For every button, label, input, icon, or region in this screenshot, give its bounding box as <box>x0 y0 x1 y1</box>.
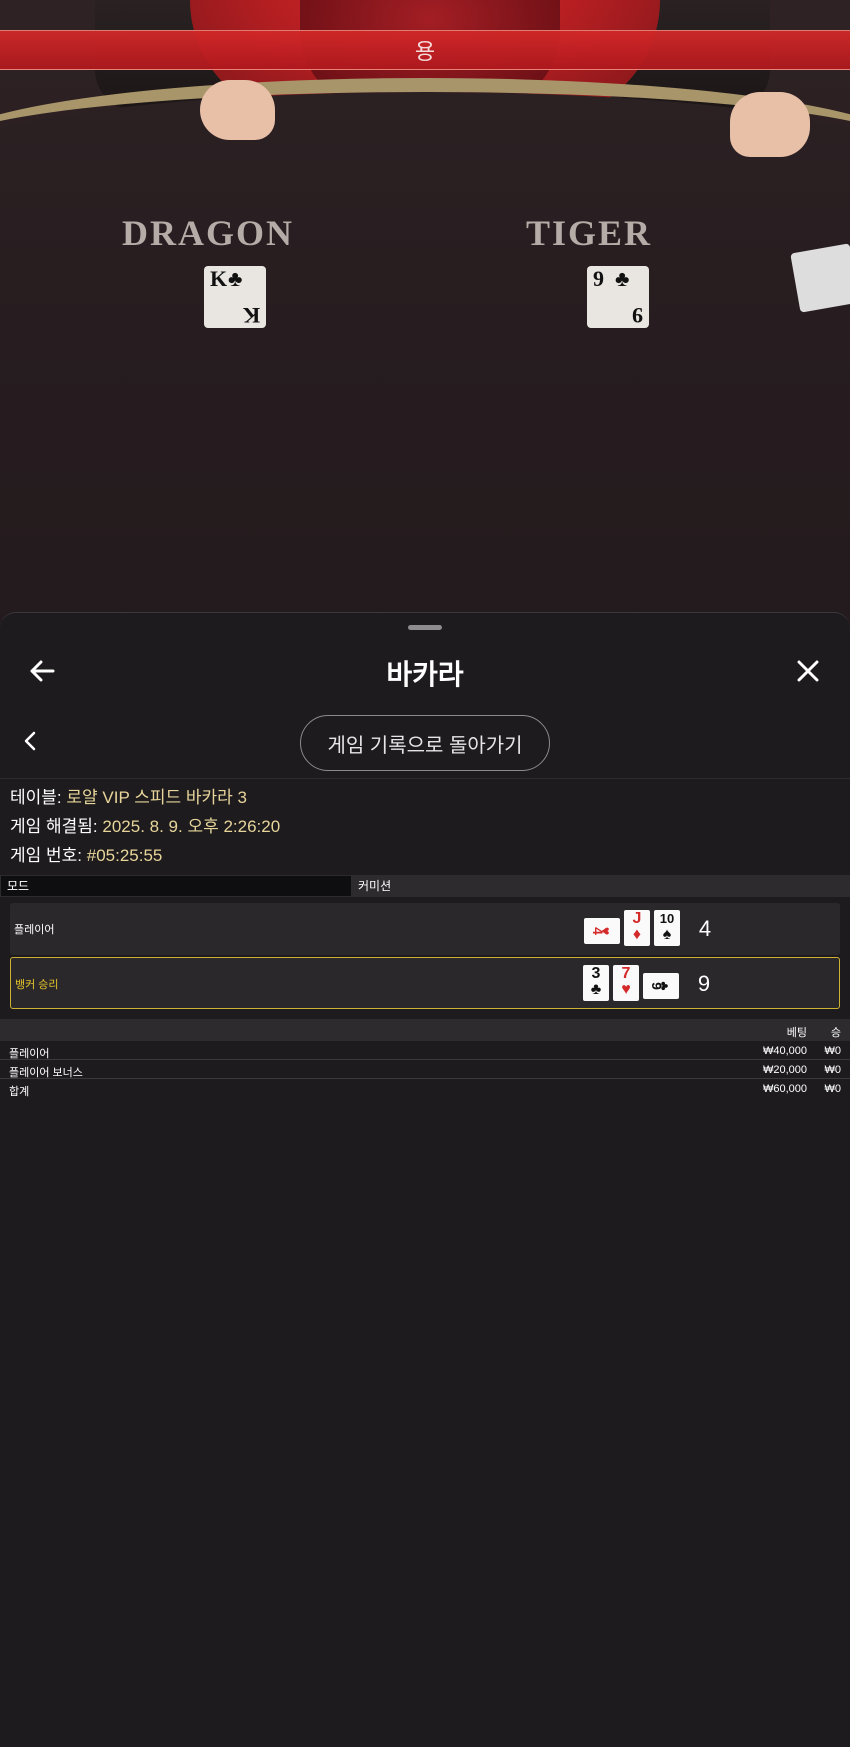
back-to-history-button[interactable]: 게임 기록으로 돌아가기 <box>300 715 550 771</box>
game-detail-sheet: 바카라 게임 기록으로 돌아가기 테이블: 로얄 VIP 스피드 바카라 3 게… <box>0 612 850 1747</box>
bets-header: 베팅 승 <box>0 1019 850 1041</box>
history-nav: 게임 기록으로 돌아가기 <box>0 705 850 779</box>
info-number-label: 게임 번호: <box>10 846 83 865</box>
sheet-grabber[interactable] <box>408 625 442 630</box>
dragon-card: K ♣ K <box>204 266 266 328</box>
sheet-title: 바카라 <box>386 659 464 690</box>
playing-card: 4♥ <box>584 917 620 944</box>
shoe-card <box>790 243 850 313</box>
bets-table: 베팅 승 플레이어 ₩40,000 ₩0 플레이어 보너스 ₩20,000 ₩0… <box>0 1019 850 1098</box>
bet-name: 플레이어 <box>9 1048 50 1060</box>
mode-label: 모드 <box>0 875 352 897</box>
playing-card: 10 ♠ <box>654 910 680 946</box>
tiger-card-suit: ♣ <box>615 266 630 291</box>
mode-bar: 모드 커미션 <box>0 875 850 897</box>
result-banner: 용 <box>0 30 850 70</box>
bets-header-win: 승 <box>830 1027 841 1039</box>
bet-amount: ₩20,000 <box>762 1064 807 1076</box>
mode-value: 커미션 <box>358 879 392 893</box>
live-video: 용 DRAGON TIGER K ♣ K 9 ♣ 9 <box>0 0 850 640</box>
dealer-hand-left <box>200 80 275 140</box>
card-rank: 7 <box>621 965 631 982</box>
card-suit: ♥ <box>621 981 631 998</box>
card-suit: ♥ <box>597 926 614 935</box>
dragon-card-rank: K <box>210 266 228 291</box>
card-rank: 3 <box>591 965 601 982</box>
table-row-total: 합계 ₩60,000 ₩0 <box>0 1079 850 1098</box>
sheet-header: 바카라 <box>0 643 850 699</box>
info-resolved-label: 게임 해결됨: <box>10 817 98 836</box>
info-table-value: 로얄 VIP 스피드 바카라 3 <box>61 788 247 807</box>
info-resolved-value: 2025. 8. 9. 오후 2:26:20 <box>97 817 281 836</box>
bet-win: ₩0 <box>824 1045 842 1057</box>
bet-amount: ₩60,000 <box>762 1083 807 1095</box>
info-number-value: #05:25:55 <box>82 846 163 865</box>
playing-card: 3 ♣ <box>583 965 609 1001</box>
tiger-card-rank: 9 <box>593 266 604 291</box>
bet-name: 플레이어 보너스 <box>9 1067 83 1079</box>
player-result-row: 플레이어 4♥ J ♦ 10 ♠ 4 <box>10 903 840 955</box>
banker-score: 9 <box>697 971 711 996</box>
player-score: 4 <box>698 916 712 941</box>
info-game-number: 게임 번호: #05:25:55 <box>10 841 840 870</box>
tiger-card: 9 ♣ 9 <box>587 266 649 328</box>
card-suit: ♦ <box>632 926 642 943</box>
card-suit: ♣ <box>590 981 602 998</box>
dragon-card-rank-bottom: K <box>242 303 260 328</box>
table-row: 플레이어 ₩40,000 ₩0 <box>0 1041 850 1060</box>
table-rim <box>0 78 850 198</box>
playing-card: 7 ♥ <box>613 965 639 1001</box>
card-rank: 10 <box>659 911 675 926</box>
info-table: 테이블: 로얄 VIP 스피드 바카라 3 <box>10 783 840 812</box>
bet-amount: ₩40,000 <box>762 1045 807 1057</box>
card-suit: ♠ <box>662 926 672 943</box>
banker-result-row: 뱅커 승리 3 ♣ 7 ♥ 9♣ 9 <box>10 957 840 1009</box>
tiger-card-rank-bottom: 9 <box>632 303 643 328</box>
bet-win: ₩0 <box>824 1064 842 1076</box>
playing-card: 9♣ <box>643 972 679 999</box>
game-info: 테이블: 로얄 VIP 스피드 바카라 3 게임 해결됨: 2025. 8. 9… <box>10 783 840 870</box>
info-resolved: 게임 해결됨: 2025. 8. 9. 오후 2:26:20 <box>10 812 840 841</box>
tiger-label: TIGER <box>526 213 653 253</box>
playing-card: J ♦ <box>624 910 650 946</box>
close-icon[interactable] <box>788 651 828 691</box>
banker-label: 뱅커 승리 <box>15 979 59 991</box>
player-cards: 4♥ J ♦ 10 ♠ <box>584 910 680 946</box>
dragon-card-suit: ♣ <box>228 266 243 291</box>
chevron-left-icon[interactable] <box>14 725 46 757</box>
bets-header-bet: 베팅 <box>786 1027 807 1039</box>
player-label: 플레이어 <box>14 924 55 936</box>
table-row: 플레이어 보너스 ₩20,000 ₩0 <box>0 1060 850 1079</box>
card-rank: J <box>632 910 642 927</box>
card-suit: ♣ <box>656 980 673 991</box>
dragon-label: DRAGON <box>122 213 294 253</box>
banker-cards: 3 ♣ 7 ♥ 9♣ <box>583 965 679 1001</box>
bet-name: 합계 <box>9 1086 30 1098</box>
bet-win: ₩0 <box>824 1083 842 1095</box>
dealer-hand-right <box>730 92 810 157</box>
info-table-label: 테이블: <box>10 788 62 807</box>
